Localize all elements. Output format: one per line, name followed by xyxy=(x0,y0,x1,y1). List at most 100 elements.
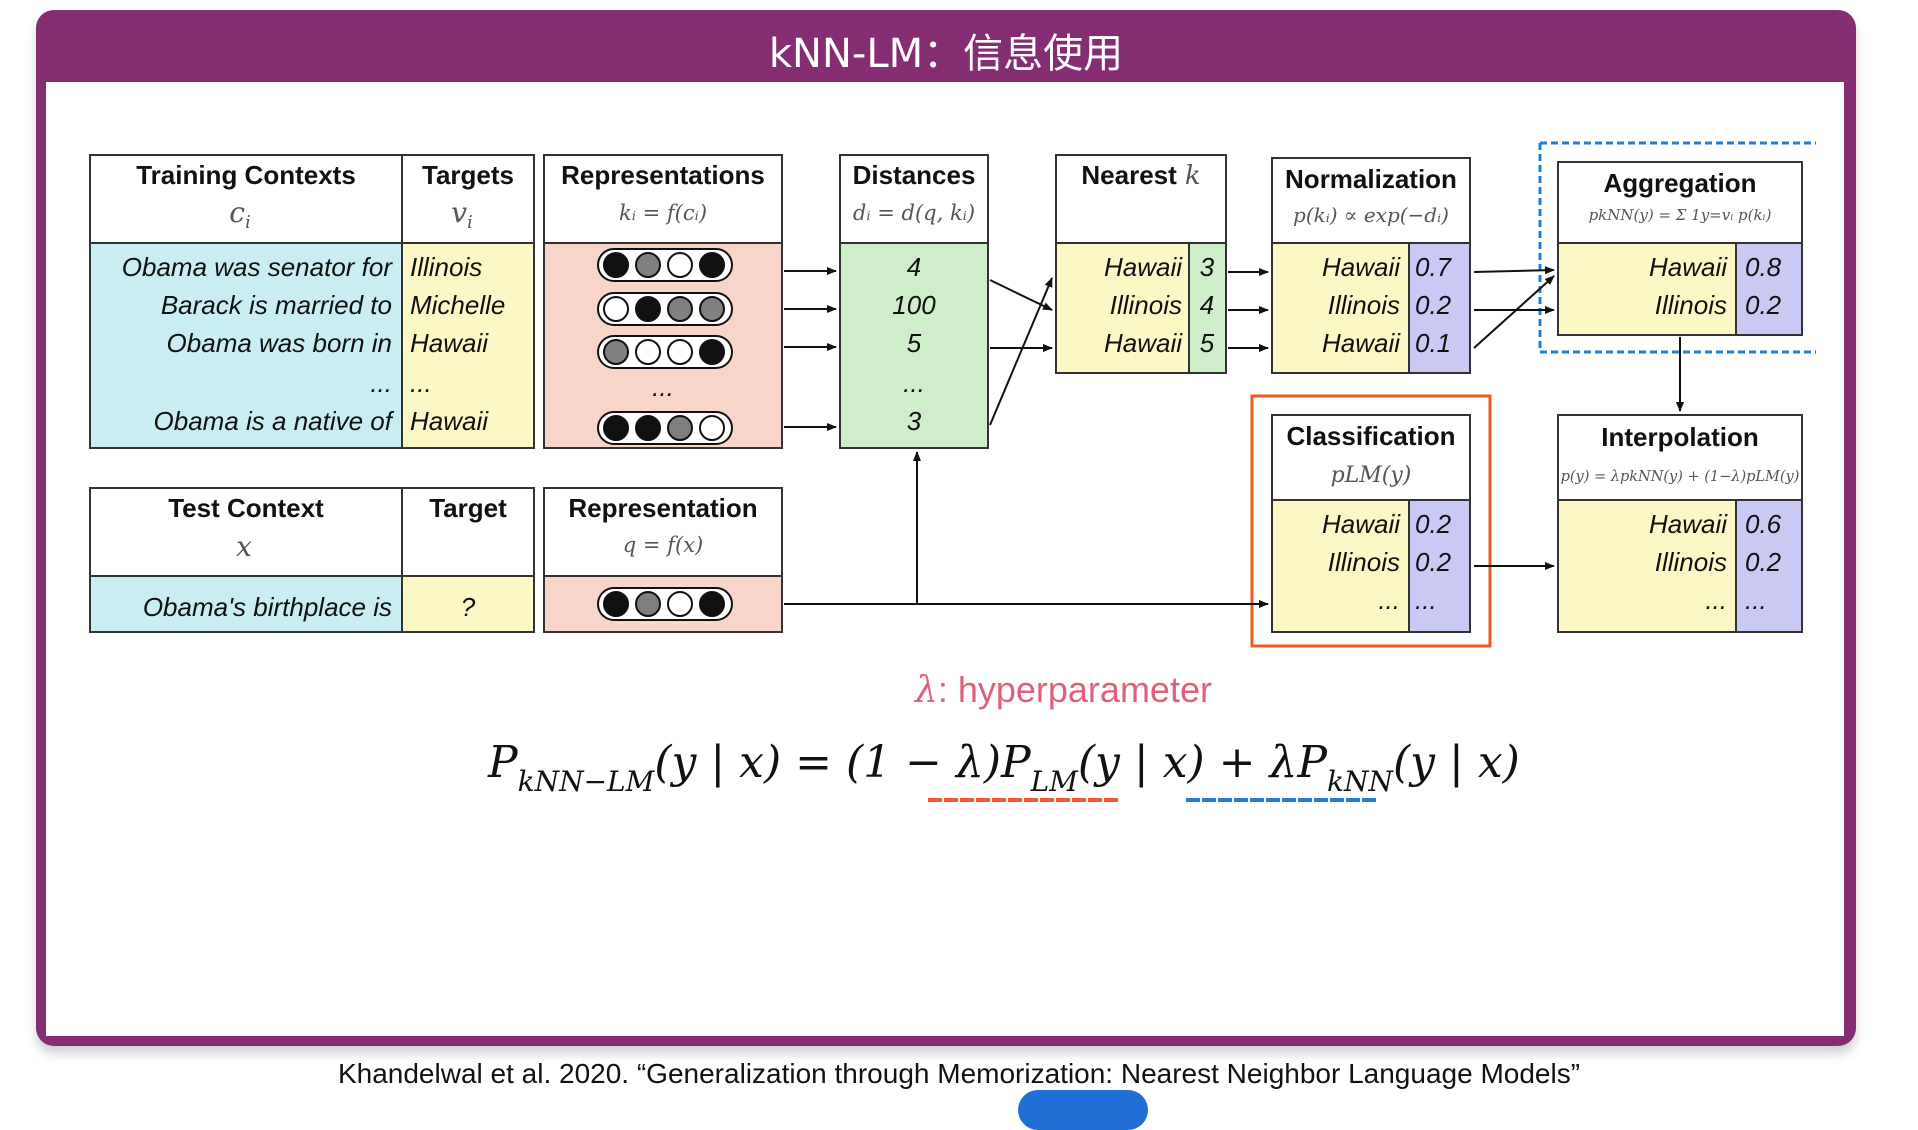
nearest-box: Nearest k Hawaii 3Illinois 4Hawaii 5 xyxy=(1055,154,1227,374)
representations-formula: kᵢ = f(cᵢ) xyxy=(619,201,707,225)
test-table: Test Context x Target Obama's birthplace… xyxy=(89,487,535,633)
targets-header: Targets xyxy=(422,160,514,190)
normalization-header: Normalization xyxy=(1285,164,1457,194)
representation-dot xyxy=(603,339,629,365)
test-target-text: ? xyxy=(461,592,476,622)
representation-vector xyxy=(597,292,733,326)
representation-dot xyxy=(635,415,661,441)
representations-box: Representations kᵢ = f(cᵢ) ... xyxy=(543,154,783,449)
classification-label: Illinois xyxy=(1328,547,1400,577)
normalization-label: Illinois xyxy=(1328,290,1400,320)
training-context-text: Obama was senator for xyxy=(122,252,394,282)
representation-dot xyxy=(635,252,661,278)
knn-lm-diagram: Training Contexts ci Targets vi Obama wa… xyxy=(89,141,1816,802)
representation-dot xyxy=(699,591,725,617)
distances-formula: dᵢ = d(q, kᵢ) xyxy=(853,201,975,225)
test-target-header: Target xyxy=(429,493,507,523)
training-target-text: ... xyxy=(410,368,432,398)
representation-dot xyxy=(635,591,661,617)
nearest-value: 3 xyxy=(1200,252,1215,282)
classification-value: 0.2 xyxy=(1415,509,1452,539)
interpolation-label: ... xyxy=(1705,585,1727,615)
representation-dot xyxy=(603,415,629,441)
training-target-text: Michelle xyxy=(410,290,505,320)
classification-label: Hawaii xyxy=(1322,509,1401,539)
representation-dot xyxy=(699,415,725,441)
representation-dot xyxy=(635,339,661,365)
scroll-indicator xyxy=(1018,1090,1148,1130)
representation-vector xyxy=(597,411,733,445)
classification-value: 0.2 xyxy=(1415,547,1452,577)
distances-header: Distances xyxy=(853,160,976,190)
nearest-label: Hawaii xyxy=(1104,252,1183,282)
training-target-text: Illinois xyxy=(410,252,482,282)
normalization-label: Hawaii xyxy=(1322,328,1401,358)
representations-header: Representations xyxy=(561,160,765,190)
training-target-text: Hawaii xyxy=(410,328,489,358)
citation: Khandelwal et al. 2020. “Generalization … xyxy=(337,1058,1581,1089)
distance-value: ... xyxy=(903,368,925,398)
test-representation-box: Representation q = f(x) xyxy=(543,487,783,633)
interpolation-label: Hawaii xyxy=(1649,509,1728,539)
nearest-value: 5 xyxy=(1200,328,1215,358)
distances-box: Distances dᵢ = d(q, kᵢ) 4 100 5... 3 xyxy=(839,154,989,449)
representations-ellipsis: ... xyxy=(652,372,674,402)
training-context-text: Barack is married to xyxy=(161,290,392,320)
classification-header: Classification xyxy=(1286,421,1455,451)
representation-dot xyxy=(667,339,693,365)
aggregation-box: Aggregation pkNN(y) = Σ 1y=vᵢ p(kᵢ) Hawa… xyxy=(1538,141,1816,354)
nearest-value: 4 xyxy=(1200,290,1214,320)
test-representation-formula: q = f(x) xyxy=(623,533,703,557)
test-representation-header: Representation xyxy=(568,493,757,523)
test-context-var: x xyxy=(236,530,252,563)
interpolation-value: ... xyxy=(1745,585,1767,615)
nearest-label: Illinois xyxy=(1110,290,1182,320)
training-table: Training Contexts ci Targets vi Obama wa… xyxy=(89,154,535,449)
distance-value: 5 xyxy=(907,328,922,358)
distance-value: 3 xyxy=(907,406,922,436)
interpolation-box: Interpolation p(y) = λpkNN(y) + (1−λ)pLM… xyxy=(1557,414,1803,633)
training-contexts-header: Training Contexts xyxy=(136,160,356,190)
training-context-text: Obama was born in xyxy=(167,328,392,358)
test-representation-vector xyxy=(597,587,733,621)
classification-value: ... xyxy=(1415,585,1437,615)
representation-dot xyxy=(603,296,629,322)
normalization-value: 0.2 xyxy=(1415,290,1452,320)
nearest-label: Hawaii xyxy=(1104,328,1183,358)
representation-dot xyxy=(699,252,725,278)
interpolation-label: Illinois xyxy=(1655,547,1727,577)
representation-vector xyxy=(597,248,733,282)
distance-value: 4 xyxy=(907,252,921,282)
training-context-text: Obama is a native of xyxy=(154,406,395,436)
normalization-box: Normalization p(kᵢ) ∝ exp(−dᵢ) Hawaii 0.7… xyxy=(1271,157,1471,374)
normalization-value: 0.1 xyxy=(1415,328,1451,358)
classification-formula: pLM(y) xyxy=(1331,463,1412,488)
representation-dot xyxy=(635,296,661,322)
representation-dot xyxy=(667,252,693,278)
aggregation-value: 0.2 xyxy=(1745,290,1782,320)
representation-dot xyxy=(699,296,725,322)
representation-vector xyxy=(597,335,733,369)
representation-dot xyxy=(603,252,629,278)
normalization-label: Hawaii xyxy=(1322,252,1401,282)
hyperparameter-label: λ: hyperparameter xyxy=(913,669,1212,711)
representation-dot xyxy=(667,591,693,617)
aggregation-header: Aggregation xyxy=(1603,168,1756,198)
representation-dot xyxy=(699,339,725,365)
interpolation-value: 0.6 xyxy=(1745,509,1782,539)
interpolation-formula: p(y) = λpkNN(y) + (1−λ)pLM(y) xyxy=(1561,469,1800,485)
interpolation-header: Interpolation xyxy=(1601,422,1758,452)
test-context-text: Obama's birthplace is xyxy=(143,592,392,622)
aggregation-formula: pkNN(y) = Σ 1y=vᵢ p(kᵢ) xyxy=(1589,206,1772,224)
training-target-text: Hawaii xyxy=(410,406,489,436)
aggregation-label: Illinois xyxy=(1655,290,1727,320)
representation-dot xyxy=(667,296,693,322)
representation-dot xyxy=(667,415,693,441)
representation-dot xyxy=(603,591,629,617)
distance-value: 100 xyxy=(892,290,936,320)
aggregation-label: Hawaii xyxy=(1649,252,1728,282)
main-formula: PkNN−LM(y | x) = (1 − λ)PLM(y | x) + λPk… xyxy=(487,737,1520,798)
aggregation-value: 0.8 xyxy=(1745,252,1782,282)
normalization-value: 0.7 xyxy=(1415,252,1453,282)
interpolation-value: 0.2 xyxy=(1745,547,1782,577)
